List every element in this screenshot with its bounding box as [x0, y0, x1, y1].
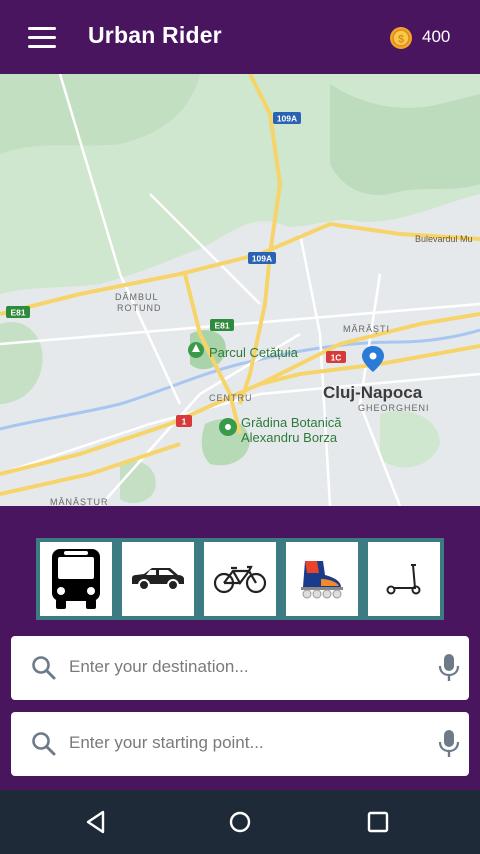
rotund-label: ROTUND [117, 303, 162, 313]
mode-scooter-button[interactable] [368, 542, 440, 616]
manastur-label: MĂNĂȘTUR [50, 497, 109, 506]
recents-icon[interactable] [362, 806, 394, 838]
road-109a-mid-label: 109A [252, 254, 272, 264]
road-e81-left-label: E81 [10, 308, 25, 318]
gradina-label-line1: Grădina Botanică [241, 415, 342, 430]
road-1c-label: 1C [331, 353, 342, 363]
transport-mode-selector [36, 538, 444, 620]
mode-bicycle-button[interactable] [204, 542, 276, 616]
road-1-label: 1 [182, 417, 187, 427]
centru-label: CENTRU [209, 393, 253, 403]
start-point-input[interactable]: Enter your starting point... [69, 733, 264, 753]
parcul-label: Parcul Cetățuia [209, 345, 299, 360]
roller-skate-icon [301, 561, 343, 599]
back-icon[interactable] [80, 806, 112, 838]
coin-count: 400 [422, 27, 451, 46]
destination-search-field[interactable]: Enter your destination... [11, 636, 469, 700]
mode-car-button[interactable] [122, 542, 194, 616]
mode-roller-skate-button[interactable] [286, 542, 358, 616]
map-view[interactable]: 109A 109A E81 E81 1C 1 Bulevardul Mu DÂM… [0, 74, 480, 506]
search-icon [32, 656, 56, 680]
garden-pin-icon [219, 418, 237, 436]
menu-icon[interactable] [24, 24, 60, 52]
bulevard-label: Bulevardul Mu [415, 234, 473, 244]
bicycle-icon [213, 565, 267, 594]
park-pin-icon [188, 342, 204, 358]
app-title: Urban Rider [88, 22, 222, 48]
mode-bus-button[interactable] [40, 542, 112, 616]
car-icon [132, 568, 184, 591]
road-e81-mid-label: E81 [214, 321, 229, 331]
gheorgheni-label: GHEORGHENI [358, 403, 430, 413]
scooter-icon [386, 564, 421, 595]
microphone-icon[interactable] [437, 653, 461, 683]
coin-icon: $ [390, 27, 412, 49]
microphone-icon[interactable] [437, 729, 461, 759]
dambul-label: DÂMBUL [115, 292, 159, 302]
home-icon[interactable] [224, 806, 256, 838]
cluj-label: Cluj-Napoca [323, 383, 423, 402]
start-point-search-field[interactable]: Enter your starting point... [11, 712, 469, 776]
gradina-label-line2: Alexandru Borza [241, 430, 338, 445]
marasti-label: MĂRĂȘTI [343, 324, 390, 334]
destination-input[interactable]: Enter your destination... [69, 657, 249, 677]
search-icon [32, 732, 56, 756]
bus-icon [52, 549, 100, 609]
system-nav-bar [0, 790, 480, 854]
app-bar: Urban Rider $ 400 [0, 0, 480, 74]
svg-text:$: $ [398, 34, 404, 46]
road-109a-top-label: 109A [277, 114, 297, 124]
